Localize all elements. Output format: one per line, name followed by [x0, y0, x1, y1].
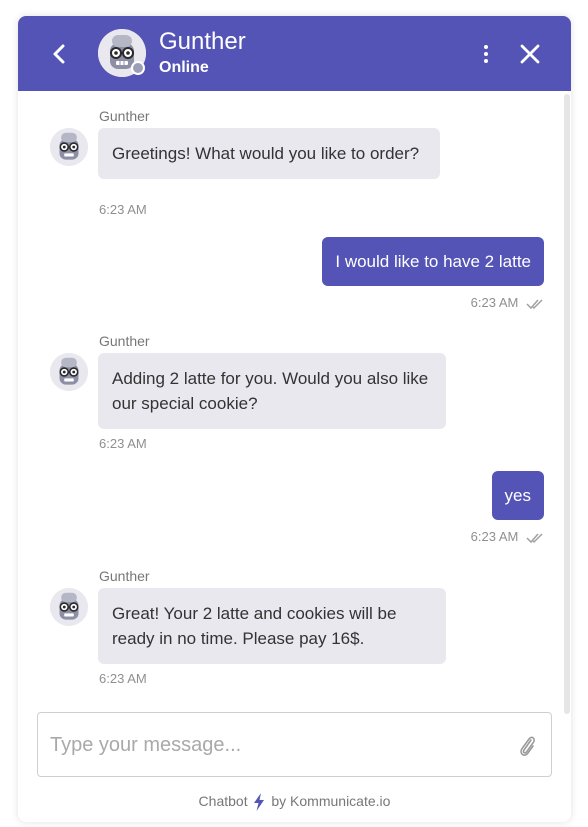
bot-avatar — [50, 353, 88, 391]
bot-avatar — [50, 128, 88, 166]
more-options-button[interactable] — [478, 40, 494, 68]
message-time: 6:23 AM — [99, 671, 147, 686]
double-check-icon — [526, 299, 543, 309]
paperclip-icon — [520, 736, 535, 757]
message-text: Adding 2 latte for you. Would you also l… — [112, 369, 429, 413]
bot-avatar — [50, 588, 88, 626]
message-composer — [37, 712, 552, 777]
message-time: 6:23 AM — [99, 202, 147, 217]
contact-name: Gunther — [159, 28, 246, 55]
footer-link[interactable]: by Kommunicate.io — [271, 793, 390, 809]
message-text: Great! Your 2 latte and cookies will be … — [112, 604, 397, 648]
message-text: I would like to have 2 latte — [335, 252, 531, 271]
presence-dot — [131, 61, 145, 75]
message-sender: Gunther — [99, 333, 150, 349]
lightning-icon — [254, 793, 265, 812]
double-check-icon — [526, 533, 543, 543]
vertical-ellipsis-icon — [484, 45, 488, 63]
robot-avatar-icon — [50, 353, 88, 391]
message-meta: 6:23 AM — [471, 529, 544, 544]
message-scrollbar[interactable] — [564, 94, 570, 714]
message-time: 6:23 AM — [99, 436, 147, 451]
close-icon — [520, 44, 540, 64]
chat-header: Gunther Online — [18, 16, 571, 91]
chat-widget: Gunther Online Gunther Greetings! What w… — [18, 16, 571, 822]
message-meta: 6:23 AM — [471, 295, 544, 310]
powered-by-footer: Chatbot by Kommunicate.io — [18, 792, 571, 812]
message-sender: Gunther — [99, 568, 150, 584]
outgoing-message-bubble: I would like to have 2 latte — [322, 237, 544, 286]
bot-avatar — [98, 29, 146, 77]
incoming-message-bubble: Greetings! What would you like to order? — [98, 128, 440, 179]
back-button[interactable] — [48, 40, 72, 68]
message-time: 6:23 AM — [470, 529, 519, 544]
robot-avatar-icon — [50, 588, 88, 626]
message-text: Greetings! What would you like to order? — [112, 144, 420, 163]
robot-avatar-icon — [50, 128, 88, 166]
footer-prefix: Chatbot — [198, 793, 248, 809]
outgoing-message-bubble: yes — [491, 471, 544, 520]
incoming-message-bubble: Great! Your 2 latte and cookies will be … — [98, 588, 446, 664]
message-input[interactable] — [50, 731, 500, 759]
message-sender: Gunther — [99, 108, 150, 124]
message-time: 6:23 AM — [470, 295, 519, 310]
close-button[interactable] — [518, 42, 542, 66]
incoming-message-bubble: Adding 2 latte for you. Would you also l… — [98, 353, 446, 429]
contact-status: Online — [159, 59, 209, 76]
attach-button[interactable] — [516, 733, 538, 759]
message-text: yes — [504, 486, 531, 505]
chevron-left-icon — [53, 44, 65, 64]
message-list[interactable]: Gunther Greetings! What would you like t… — [18, 91, 571, 711]
